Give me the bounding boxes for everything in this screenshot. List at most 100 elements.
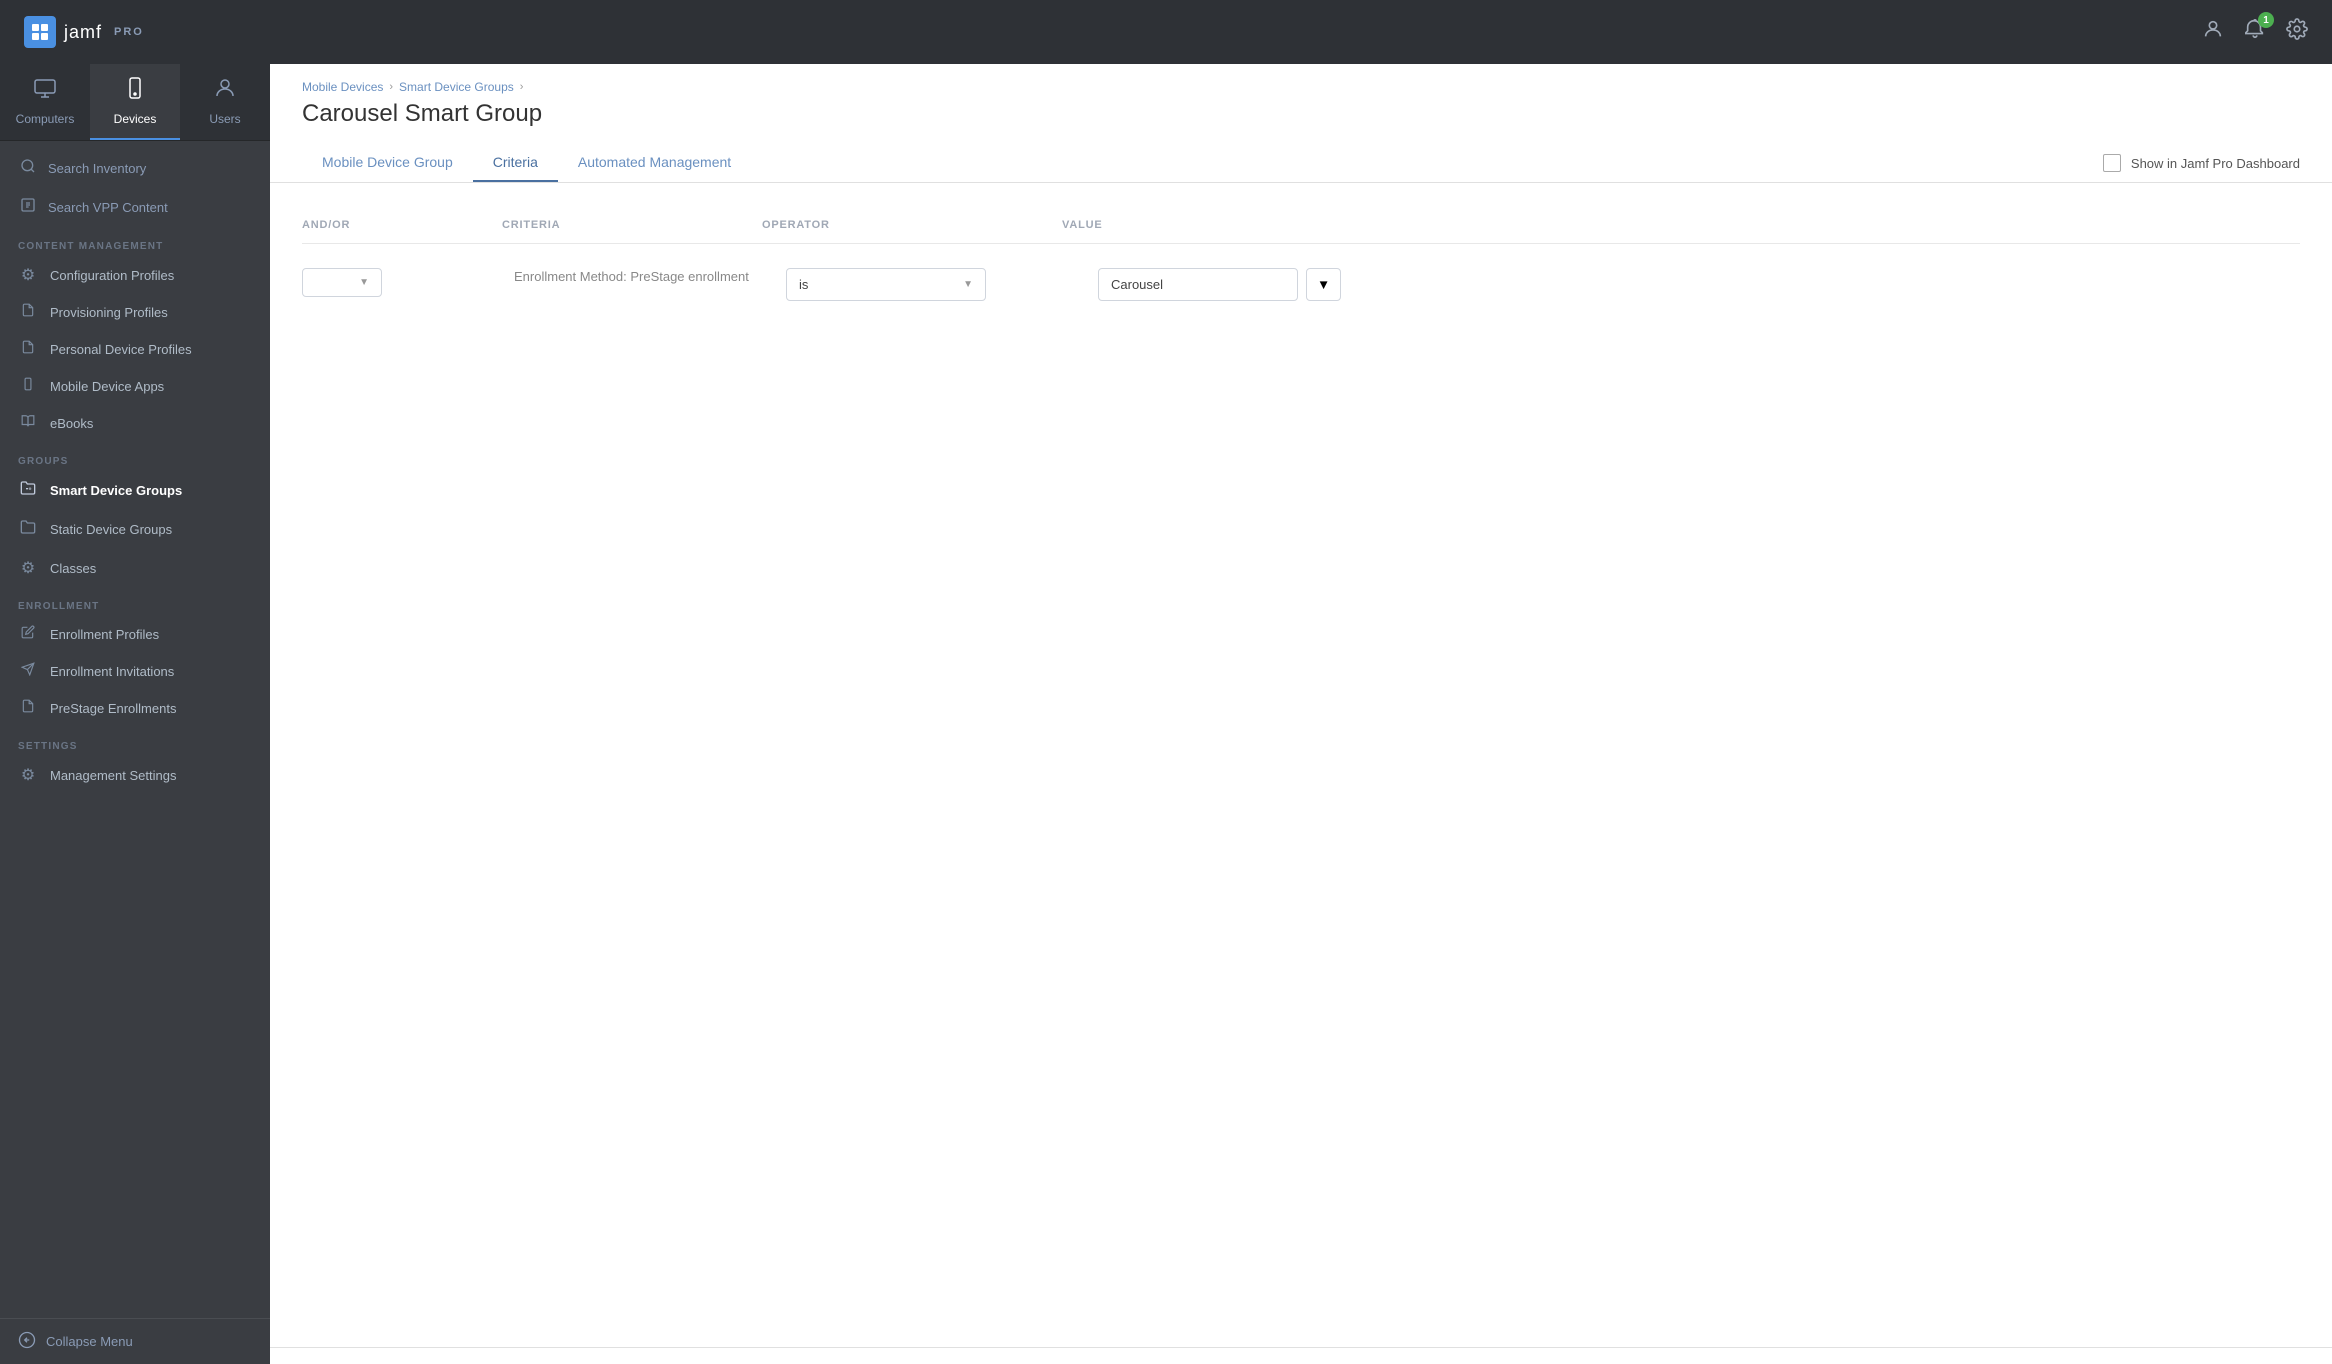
value-dropdown-arrow: ▼ bbox=[1317, 277, 1330, 292]
provisioning-profiles-icon bbox=[18, 303, 38, 322]
section-header-settings: Settings bbox=[0, 727, 270, 756]
search-inventory-icon bbox=[18, 158, 38, 179]
sidebar-item-static-device-groups-label: Static Device Groups bbox=[50, 522, 172, 537]
sidebar-item-config-profiles[interactable]: ⚙ Configuration Profiles bbox=[0, 256, 270, 294]
logo-text: jamf bbox=[64, 22, 102, 43]
tab-automated-management[interactable]: Automated Management bbox=[558, 144, 751, 182]
dashboard-label: Show in Jamf Pro Dashboard bbox=[2131, 156, 2300, 171]
nav-tab-users-label: Users bbox=[209, 112, 240, 126]
tab-criteria[interactable]: Criteria bbox=[473, 144, 558, 182]
dashboard-toggle: Show in Jamf Pro Dashboard bbox=[2103, 154, 2300, 182]
operator-value: is bbox=[799, 277, 808, 292]
criteria-headers: AND/OR CRITERIA OPERATOR VALUE bbox=[302, 211, 2300, 244]
sidebar-item-enrollment-profiles[interactable]: Enrollment Profiles bbox=[0, 616, 270, 653]
header-icons: 1 bbox=[2202, 18, 2308, 46]
sidebar-item-personal-device-profiles-label: Personal Device Profiles bbox=[50, 342, 192, 357]
breadcrumb: Mobile Devices › Smart Device Groups › bbox=[302, 80, 2300, 94]
user-icon[interactable] bbox=[2202, 18, 2224, 46]
section-header-groups: Groups bbox=[0, 442, 270, 471]
dashboard-checkbox[interactable] bbox=[2103, 154, 2121, 172]
breadcrumb-sep-1: › bbox=[389, 81, 393, 93]
search-vpp-icon bbox=[18, 197, 38, 218]
mobile-device-apps-icon bbox=[18, 377, 38, 396]
sidebar-content: Search Inventory Search VPP Content Cont… bbox=[0, 141, 270, 1318]
nav-tab-devices[interactable]: Devices bbox=[90, 64, 180, 140]
classes-icon: ⚙ bbox=[18, 558, 38, 578]
breadcrumb-smart-device-groups[interactable]: Smart Device Groups bbox=[399, 80, 514, 94]
tabs-row: Mobile Device Group Criteria Automated M… bbox=[302, 144, 2300, 182]
operator-arrow: ▼ bbox=[963, 279, 973, 290]
value-cell: ▼ bbox=[1098, 268, 2300, 301]
enrollment-invitations-icon bbox=[18, 662, 38, 681]
sidebar-item-ebooks[interactable]: eBooks bbox=[0, 405, 270, 442]
page-footer: Done History View bbox=[270, 1347, 2332, 1364]
collapse-menu[interactable]: Collapse Menu bbox=[0, 1318, 270, 1364]
sidebar-item-smart-device-groups[interactable]: Smart Device Groups bbox=[0, 471, 270, 510]
search-inventory-item[interactable]: Search Inventory bbox=[0, 149, 270, 188]
settings-icon[interactable] bbox=[2286, 18, 2308, 46]
and-or-cell: ▼ bbox=[302, 268, 502, 297]
tabs: Mobile Device Group Criteria Automated M… bbox=[302, 144, 751, 182]
header-criteria: CRITERIA bbox=[502, 219, 762, 231]
header-operator: OPERATOR bbox=[762, 219, 1062, 231]
header-value: VALUE bbox=[1062, 219, 2300, 231]
sidebar-item-ebooks-label: eBooks bbox=[50, 416, 93, 431]
static-device-groups-icon bbox=[18, 519, 38, 540]
sidebar-item-prestage-enrollments-label: PreStage Enrollments bbox=[50, 701, 176, 716]
section-header-content-management: Content Management bbox=[0, 227, 270, 256]
main-layout: Computers Devices Users bbox=[0, 64, 2332, 1364]
sidebar-item-config-profiles-label: Configuration Profiles bbox=[50, 268, 174, 283]
sidebar-item-classes[interactable]: ⚙ Classes bbox=[0, 549, 270, 587]
tab-mobile-device-group[interactable]: Mobile Device Group bbox=[302, 144, 473, 182]
criteria-value: Enrollment Method: PreStage enrollment bbox=[514, 261, 749, 292]
page-title: Carousel Smart Group bbox=[302, 100, 542, 128]
breadcrumb-sep-2: › bbox=[520, 81, 524, 93]
search-vpp-label: Search VPP Content bbox=[48, 200, 168, 215]
sidebar-item-classes-label: Classes bbox=[50, 561, 96, 576]
page-header: Mobile Devices › Smart Device Groups › C… bbox=[270, 64, 2332, 183]
sidebar: Computers Devices Users bbox=[0, 64, 270, 1364]
sidebar-item-smart-device-groups-label: Smart Device Groups bbox=[50, 483, 182, 498]
notification-icon[interactable]: 1 bbox=[2244, 18, 2266, 46]
sidebar-item-personal-device-profiles[interactable]: Personal Device Profiles bbox=[0, 331, 270, 368]
value-input[interactable] bbox=[1098, 268, 1298, 301]
main-content: AND/OR CRITERIA OPERATOR VALUE ▼ bbox=[270, 183, 2332, 1347]
personal-device-profiles-icon bbox=[18, 340, 38, 359]
sidebar-item-mobile-device-apps-label: Mobile Device Apps bbox=[50, 379, 164, 394]
collapse-icon bbox=[18, 1331, 36, 1352]
search-vpp-item[interactable]: Search VPP Content bbox=[0, 188, 270, 227]
nav-tab-devices-label: Devices bbox=[114, 112, 157, 126]
nav-tabs: Computers Devices Users bbox=[0, 64, 270, 141]
logo-area: jamf PRO bbox=[24, 16, 144, 48]
and-or-dropdown[interactable]: ▼ bbox=[302, 268, 382, 297]
sidebar-item-management-settings-label: Management Settings bbox=[50, 768, 176, 783]
sidebar-item-enrollment-profiles-label: Enrollment Profiles bbox=[50, 627, 159, 642]
logo-pro: PRO bbox=[114, 26, 144, 38]
sidebar-item-enrollment-invitations[interactable]: Enrollment Invitations bbox=[0, 653, 270, 690]
sidebar-item-mobile-device-apps[interactable]: Mobile Device Apps bbox=[0, 368, 270, 405]
nav-tab-computers-label: Computers bbox=[16, 112, 75, 126]
nav-tab-users[interactable]: Users bbox=[180, 64, 270, 140]
sidebar-item-management-settings[interactable]: ⚙ Management Settings bbox=[0, 756, 270, 794]
operator-dropdown[interactable]: is ▼ bbox=[786, 268, 986, 301]
collapse-label: Collapse Menu bbox=[46, 1334, 133, 1349]
search-inventory-label: Search Inventory bbox=[48, 161, 146, 176]
ebooks-icon bbox=[18, 414, 38, 433]
smart-device-groups-icon bbox=[18, 480, 38, 501]
section-header-enrollment: Enrollment bbox=[0, 587, 270, 616]
sidebar-item-provisioning-profiles[interactable]: Provisioning Profiles bbox=[0, 294, 270, 331]
enrollment-profiles-icon bbox=[18, 625, 38, 644]
devices-icon bbox=[123, 76, 147, 106]
sidebar-item-enrollment-invitations-label: Enrollment Invitations bbox=[50, 664, 174, 679]
sidebar-item-static-device-groups[interactable]: Static Device Groups bbox=[0, 510, 270, 549]
computers-icon bbox=[33, 76, 57, 106]
criteria-row: ▼ Enrollment Method: PreStage enrollment… bbox=[302, 260, 2300, 309]
operator-cell: is ▼ bbox=[786, 268, 1086, 301]
nav-tab-computers[interactable]: Computers bbox=[0, 64, 90, 140]
sidebar-item-prestage-enrollments[interactable]: PreStage Enrollments bbox=[0, 690, 270, 727]
breadcrumb-mobile-devices[interactable]: Mobile Devices bbox=[302, 80, 383, 94]
criteria-cell: Enrollment Method: PreStage enrollment bbox=[514, 268, 774, 286]
jamf-logo-icon bbox=[24, 16, 56, 48]
management-settings-icon: ⚙ bbox=[18, 765, 38, 785]
value-dropdown-btn[interactable]: ▼ bbox=[1306, 268, 1341, 301]
